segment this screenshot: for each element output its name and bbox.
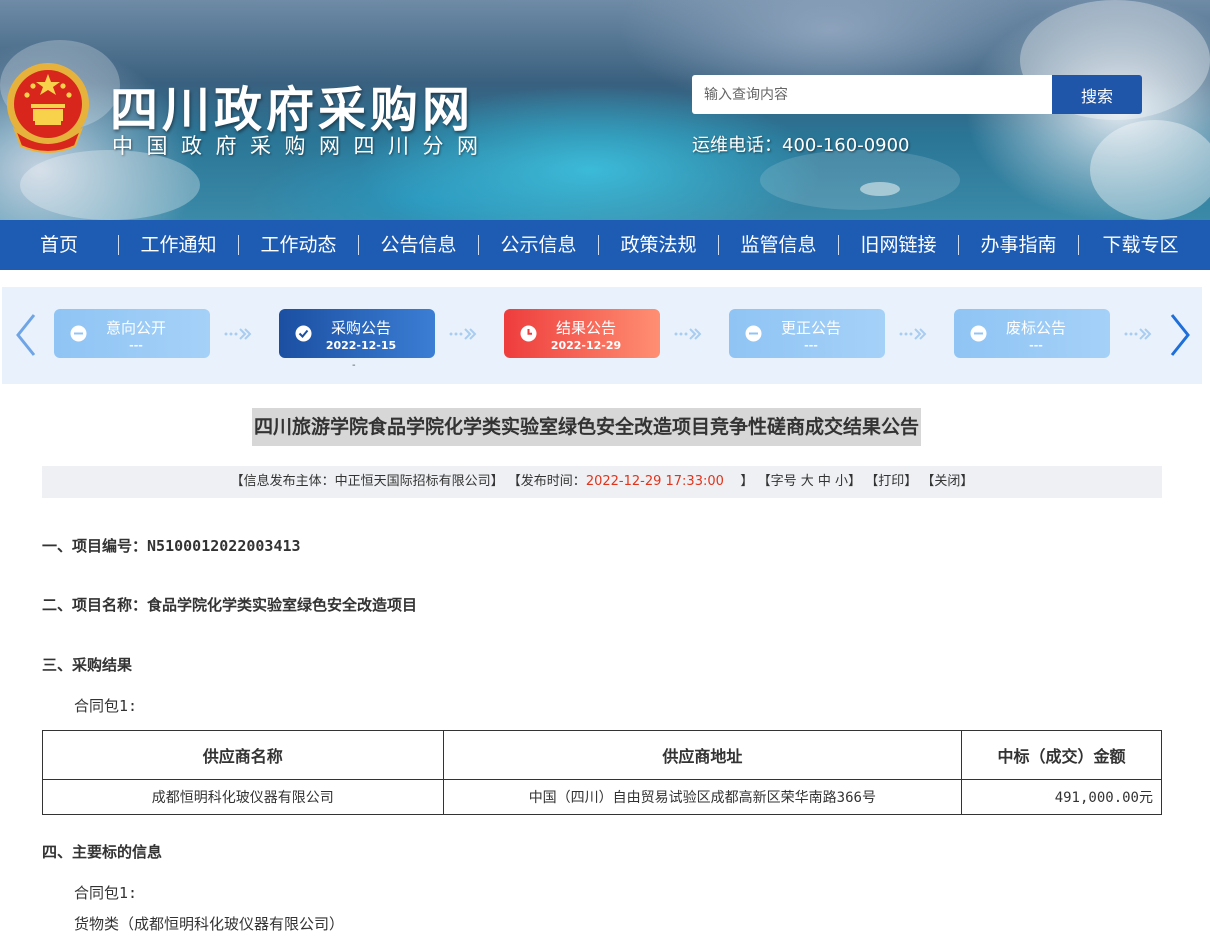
nav-item-downloads[interactable]: 下载专区 [1079,220,1202,270]
site-subtitle: 中国政府采购网四川分网 [112,134,492,158]
project-name: 食品学院化学类实验室绿色安全改造项目 [147,596,418,614]
nav-item-old-site[interactable]: 旧网链接 [839,220,958,270]
chevron-right-icon[interactable] [1164,311,1194,359]
nav-item-guide[interactable]: 办事指南 [959,220,1078,270]
meta-publish-time: 2022-12-29 17:33:00 [585,474,724,489]
national-emblem-icon [7,63,89,153]
section-label: 二、项目名称： [42,596,148,614]
table-header-row: 供应商名称 供应商地址 中标（成交）金额 [42,730,1162,780]
step-label: 结果公告 [555,319,616,337]
print-link[interactable]: 【打印】 [865,474,917,489]
article-meta-bar: 【信息发布主体：中正恒天国际招标有限公司】 【发布时间：2022-12-29 1… [42,466,1162,498]
font-size-small-link[interactable]: 小 [835,474,848,489]
step-date: --- [1029,339,1043,352]
step-label: 废标公告 [1005,319,1066,337]
step-date: --- [804,339,818,352]
step-procurement[interactable]: 采购公告 2022-12-15 [279,309,435,358]
step-marker: - [352,360,356,371]
section-project-name: 二、项目名称：食品学院化学类实验室绿色安全改造项目 [42,594,417,615]
step-connector-icon [1124,328,1152,340]
step-date: 2022-12-29 [550,339,622,352]
meta-time-prefix: 【发布时间： [507,474,586,489]
amount-cell: 491,000.00元 [961,779,1162,815]
section-main-subject: 四、主要标的信息 [42,843,163,861]
section-procurement-result: 三、采购结果 [42,656,133,674]
step-label: 意向公开 [105,319,166,337]
close-link[interactable]: 【关闭】 [921,474,973,489]
step-cancel[interactable]: 废标公告 --- [954,309,1110,358]
package-label: 合同包1: [74,697,138,715]
search-input[interactable] [692,75,1052,114]
procurement-steps: 意向公开 --- 采购公告 2022-12-15 结果公告 2022-12-29 [2,287,1202,384]
nav-item-work-notice[interactable]: 工作通知 [119,220,238,270]
nav-item-work-news[interactable]: 工作动态 [239,220,358,270]
package-label-2: 合同包1: [74,884,138,902]
section-label: 一、项目编号： [42,537,148,555]
main-nav: 首页 工作通知 工作动态 公告信息 公示信息 政策法规 监管信息 旧网链接 办事… [0,220,1210,270]
step-correction[interactable]: 更正公告 --- [729,309,885,358]
nav-item-announcements[interactable]: 公告信息 [359,220,478,270]
col-header-amount: 中标（成交）金额 [961,730,1162,780]
supplier-name-cell: 成都恒明科化玻仪器有限公司 [42,779,444,815]
page-title: 四川旅游学院食品学院化学类实验室绿色安全改造项目竞争性磋商成交结果公告 [252,408,922,446]
section-project-number: 一、项目编号：N5100012022003413 [42,535,301,556]
header-banner: 四川政府采购网 中国政府采购网四川分网 搜索 运维电话：400-160-0900 [0,0,1210,220]
step-intent[interactable]: 意向公开 --- [54,309,210,358]
nav-item-publicity[interactable]: 公示信息 [479,220,598,270]
support-hotline: 运维电话：400-160-0900 [692,135,910,156]
supplier-address-cell: 中国（四川）自由贸易试验区成都高新区荣华南路366号 [442,779,963,815]
step-date: --- [129,339,143,352]
step-connector-icon [899,328,927,340]
meta-publisher-prefix: 【信息发布主体： [230,474,335,489]
meta-time-suffix: 】 [740,474,754,489]
result-table: 供应商名称 供应商地址 中标（成交）金额 成都恒明科化玻仪器有限公司 中国（四川… [42,730,1162,815]
nav-item-supervision[interactable]: 监管信息 [719,220,838,270]
chevron-left-icon[interactable] [12,311,42,359]
project-number: N5100012022003413 [147,537,301,555]
col-header-supplier-name: 供应商名称 [42,730,444,780]
meta-publisher: 中正恒天国际招标有限公司 [334,474,491,489]
nav-item-policy[interactable]: 政策法规 [599,220,718,270]
font-size-large-link[interactable]: 大 [801,474,814,489]
step-connector-icon [224,328,252,340]
search-button[interactable]: 搜索 [1052,75,1142,114]
nav-item-home[interactable]: 首页 [0,220,118,270]
col-header-supplier-address: 供应商地址 [442,730,963,780]
goods-line: 货物类（成都恒明科化玻仪器有限公司） [74,915,345,933]
step-label: 更正公告 [780,319,841,337]
step-connector-icon [674,328,702,340]
step-connector-icon [449,328,477,340]
meta-font-size-prefix: 【字号 [757,474,797,489]
step-date: 2022-12-15 [325,339,397,352]
step-result[interactable]: 结果公告 2022-12-29 [504,309,660,358]
meta-publisher-suffix: 】 [490,474,504,489]
meta-font-size-suffix: 】 [848,474,862,489]
font-size-medium-link[interactable]: 中 [818,474,831,489]
table-row: 成都恒明科化玻仪器有限公司 中国（四川）自由贸易试验区成都高新区荣华南路366号… [42,779,1162,815]
step-label: 采购公告 [330,319,391,337]
